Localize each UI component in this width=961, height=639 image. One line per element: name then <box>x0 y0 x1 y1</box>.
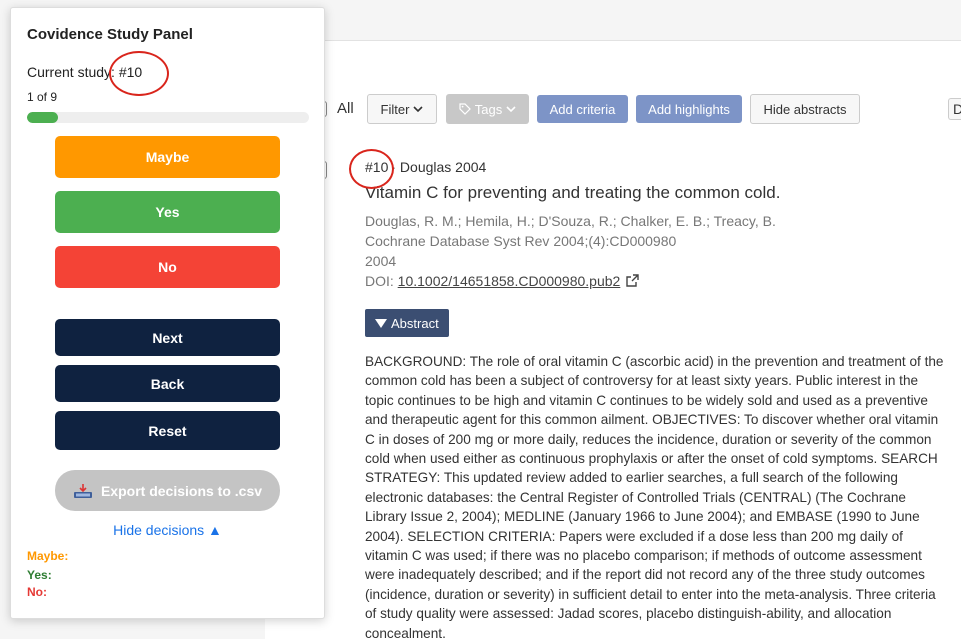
doi-link[interactable]: 10.1002/14651858.CD000980.pub2 <box>398 273 621 289</box>
decisions-yes: Yes: <box>27 568 52 582</box>
study-meta: Douglas, R. M.; Hemila, H.; D'Souza, R.;… <box>365 211 955 291</box>
study-journal: Cochrane Database Syst Rev 2004;(4):CD00… <box>365 233 677 249</box>
study-year: 2004 <box>365 253 397 269</box>
tags-label: Tags <box>474 101 503 117</box>
current-study: Current study: #10 <box>27 64 143 80</box>
abstract-toggle-label: Abstract <box>391 315 439 331</box>
caret-down-icon <box>375 318 387 328</box>
maybe-button[interactable]: Maybe <box>55 136 280 178</box>
abstract-text: BACKGROUND: The role of oral vitamin C (… <box>365 354 944 639</box>
toolbar: All Filter Tags Add criteria Add highlig… <box>265 94 961 124</box>
decisions-maybe: Maybe: <box>27 549 69 563</box>
study-count: 1 of 9 <box>27 90 58 104</box>
filter-label: Filter <box>380 101 410 117</box>
main-content: All Filter Tags Add criteria Add highlig… <box>265 40 961 639</box>
hide-abstracts-button[interactable]: Hide abstracts <box>750 94 860 124</box>
decisions-no: No: <box>27 585 47 599</box>
panel-title: Covidence Study Panel <box>27 26 193 43</box>
download-tray-icon <box>73 483 92 498</box>
progress-fill <box>27 112 59 123</box>
export-decisions-button[interactable]: Export decisions to .csv <box>55 470 280 511</box>
hide-decisions-link[interactable]: Hide decisions ▲ <box>11 522 324 538</box>
filter-button[interactable]: Filter <box>367 94 437 124</box>
next-button[interactable]: Next <box>55 319 280 356</box>
select-all-label: All <box>337 100 354 117</box>
doi-label: DOI: <box>365 273 394 289</box>
add-criteria-button[interactable]: Add criteria <box>537 95 628 123</box>
yes-button[interactable]: Yes <box>55 191 280 233</box>
tag-icon <box>459 103 471 115</box>
chevron-down-icon <box>413 105 424 112</box>
study-heading: #10 · Douglas 2004 <box>365 159 487 175</box>
study-authors: Douglas, R. M.; Hemila, H.; D'Souza, R.;… <box>365 213 776 229</box>
study-doi-row: DOI: 10.1002/14651858.CD000980.pub2 <box>365 271 955 291</box>
no-button[interactable]: No <box>55 246 280 288</box>
external-link-icon[interactable] <box>626 274 639 287</box>
abstract-toggle-button[interactable]: Abstract <box>365 309 449 337</box>
study-record: #10 · Douglas 2004 Vitamin C for preventi… <box>365 159 955 639</box>
progress-bar <box>27 112 309 123</box>
covidence-study-panel: Covidence Study Panel Current study: #10… <box>10 7 325 619</box>
study-author-year: Douglas 2004 <box>399 159 487 175</box>
tags-button[interactable]: Tags <box>446 94 529 124</box>
back-button[interactable]: Back <box>55 365 280 402</box>
study-id: #10 <box>365 159 389 175</box>
truncated-button[interactable]: D <box>948 98 961 120</box>
add-highlights-button[interactable]: Add highlights <box>636 95 742 123</box>
export-label: Export decisions to .csv <box>100 482 263 499</box>
reset-button[interactable]: Reset <box>55 411 280 450</box>
study-title: Vitamin C for preventing and treating th… <box>365 183 781 202</box>
chevron-down-icon <box>506 105 516 112</box>
